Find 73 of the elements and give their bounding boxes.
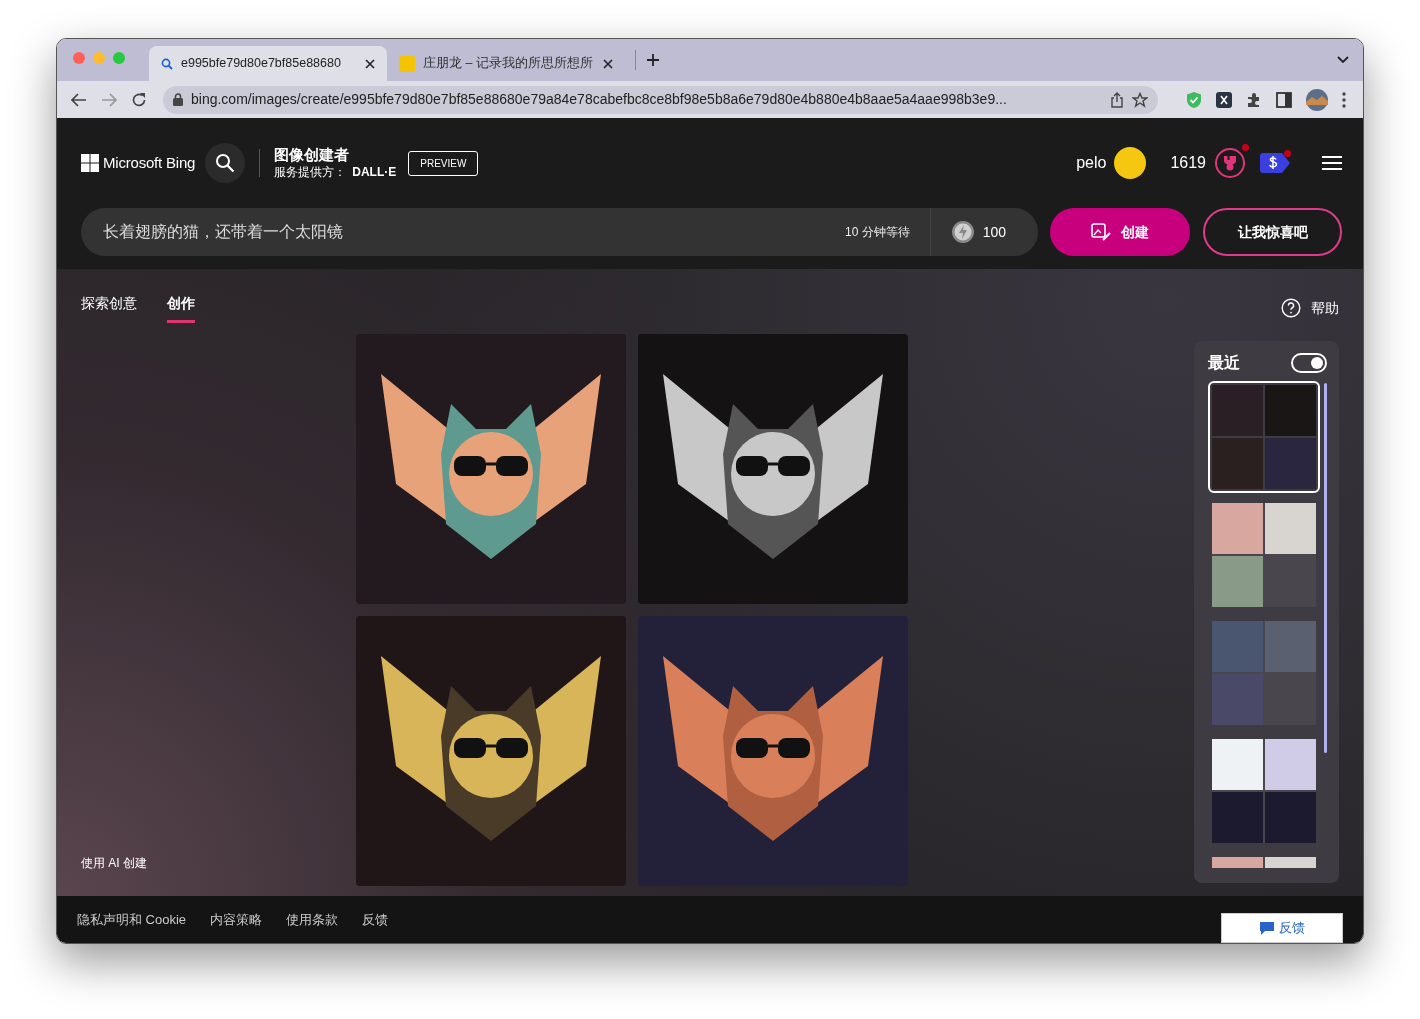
help-icon xyxy=(1281,298,1301,318)
shield-check-icon[interactable] xyxy=(1186,90,1202,109)
app-title: 图像创建者 xyxy=(274,146,351,164)
image-pen-icon xyxy=(1091,222,1111,242)
image-thumbnail[interactable] xyxy=(1265,438,1316,489)
image-thumbnail[interactable] xyxy=(1265,621,1316,672)
close-icon[interactable] xyxy=(603,58,613,69)
coin-icon xyxy=(950,220,975,244)
image-thumbnail[interactable] xyxy=(1265,739,1316,790)
footer-link[interactable]: 隐私声明和 Cookie xyxy=(77,909,187,930)
more-options-icon[interactable] xyxy=(1342,91,1346,108)
avatar-icon[interactable] xyxy=(1306,88,1328,111)
lock-icon xyxy=(173,93,183,106)
points-count[interactable]: 1619 xyxy=(1170,151,1206,175)
winged-cat-artwork[interactable] xyxy=(638,334,908,604)
share-icon[interactable] xyxy=(1110,91,1124,108)
image-thumbnail[interactable] xyxy=(1265,503,1316,554)
dollar-tag-icon[interactable] xyxy=(1260,153,1290,173)
close-icon[interactable] xyxy=(365,58,375,69)
user-name[interactable]: pelo xyxy=(1076,151,1107,175)
brand-name[interactable]: Microsoft Bing xyxy=(103,151,196,175)
scrollbar-thumb[interactable] xyxy=(1324,383,1327,753)
footer-link[interactable]: 反馈 xyxy=(362,909,389,930)
chat-icon xyxy=(1259,921,1274,935)
footer-link[interactable]: 内容策略 xyxy=(210,909,263,930)
winged-cat-artwork[interactable] xyxy=(638,616,908,886)
trophy-icon[interactable] xyxy=(1214,147,1246,179)
nav-tab[interactable]: 探索创意 xyxy=(81,293,137,323)
address-bar[interactable]: bing.com/images/create/e995bfe79d80e7bf85e88680e79a84e78cabefbc8ce8bf98e5b8a6e79d80e4b880e4b8aae5a4aae998b3e9... xyxy=(163,85,1158,114)
wait-time-text: 10 分钟等待 xyxy=(843,224,911,241)
browser-tab[interactable]: e995bfe79d80e7bf85e88680 xyxy=(149,46,387,81)
reload-icon[interactable] xyxy=(131,91,147,108)
surprise-me-button[interactable]: 让我惊喜吧 xyxy=(1203,208,1342,256)
create-button[interactable]: 创建 xyxy=(1050,208,1190,256)
footer-link[interactable]: 使用条款 xyxy=(286,909,339,930)
image-thumbnail[interactable] xyxy=(1212,438,1263,489)
image-thumbnail[interactable] xyxy=(1212,385,1263,436)
image-thumbnail[interactable] xyxy=(1212,739,1263,790)
side-panel-icon[interactable] xyxy=(1276,91,1292,108)
windows-logo-icon xyxy=(81,154,99,172)
image-thumbnail[interactable] xyxy=(1212,503,1263,554)
browser-tab[interactable]: 庄朋龙 – 记录我的所思所想所 xyxy=(387,46,625,81)
new-tab-icon[interactable] xyxy=(646,53,660,67)
x-box-icon[interactable] xyxy=(1216,91,1232,108)
star-icon[interactable] xyxy=(1132,91,1148,108)
menu-icon[interactable] xyxy=(1322,155,1342,171)
chevron-down-icon[interactable] xyxy=(1337,56,1349,64)
provider-text: 服务提供方： DALL·E xyxy=(274,164,397,180)
panel-title: 最近 xyxy=(1208,353,1240,373)
feedback-button[interactable]: 反馈 xyxy=(1221,913,1343,943)
image-thumbnail[interactable] xyxy=(1212,792,1263,843)
image-thumbnail[interactable] xyxy=(1265,385,1316,436)
prompt-field[interactable]: 长着翅膀的猫，还带着一个太阳镜 10 分钟等待 100 xyxy=(81,208,1038,256)
winged-cat-artwork[interactable] xyxy=(356,334,626,604)
image-thumbnail[interactable] xyxy=(1265,792,1316,843)
image-thumbnail[interactable] xyxy=(1212,621,1263,672)
winged-cat-artwork[interactable] xyxy=(356,616,626,886)
footnote-text: 使用 AI 创建 xyxy=(81,855,148,872)
image-set[interactable] xyxy=(1208,381,1320,493)
nav-tab[interactable]: 创作 xyxy=(167,293,195,323)
search-icon xyxy=(215,153,236,173)
back-arrow-icon[interactable] xyxy=(71,92,87,107)
avatar-circle[interactable] xyxy=(1114,147,1147,179)
search-icon xyxy=(161,57,173,70)
toggle-switch[interactable] xyxy=(1291,353,1327,373)
image-thumbnail[interactable] xyxy=(1212,674,1263,725)
favicon-icon xyxy=(399,55,415,72)
search-button[interactable] xyxy=(205,143,246,183)
preview-badge[interactable]: PREVIEW xyxy=(408,150,479,176)
image-thumbnail[interactable] xyxy=(1212,556,1263,607)
puzzle-icon[interactable] xyxy=(1246,91,1262,108)
help-link[interactable]: 帮助 xyxy=(1281,297,1339,319)
boost-count: 100 xyxy=(982,222,1006,242)
